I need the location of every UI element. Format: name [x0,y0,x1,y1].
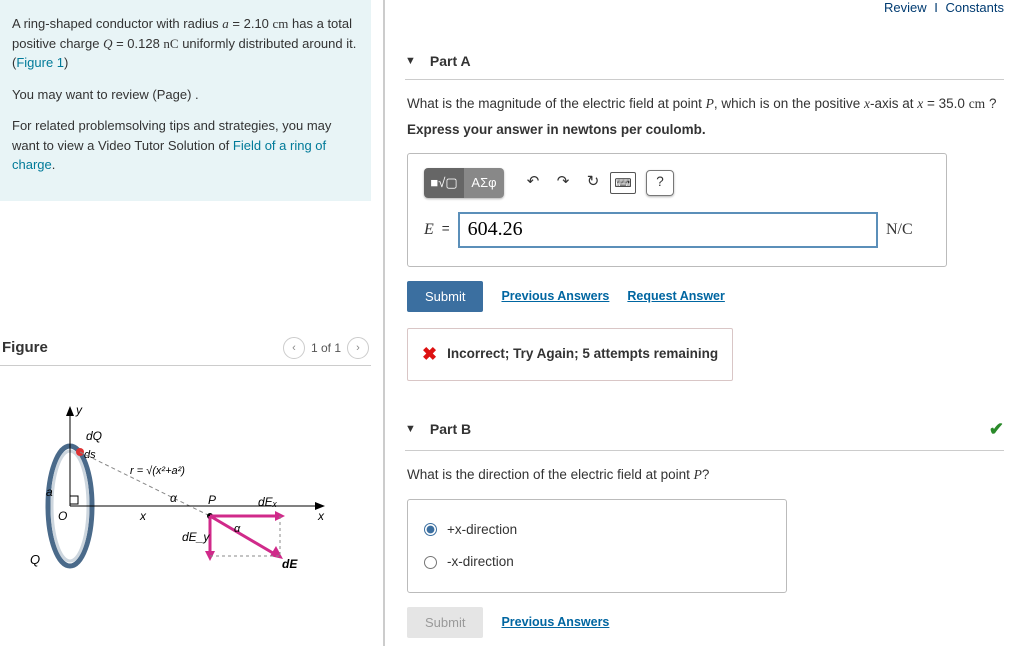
var-P: P [694,467,702,482]
svg-text:y: y [75,403,83,417]
feedback-box: ✖ Incorrect; Try Again; 5 attempts remai… [407,328,733,381]
review-link[interactable]: Review [884,0,927,15]
review-hint: You may want to review (Page) . [12,85,359,105]
figure-nav: ‹ 1 of 1 › [283,337,369,359]
submit-button[interactable]: Submit [407,281,483,312]
separator: I [934,0,938,15]
undo-icon[interactable]: ↶ [518,170,548,196]
left-column: A ring-shaped conductor with radius a = … [0,0,385,646]
part-a-title: Part A [430,53,471,69]
figure-header: Figure ‹ 1 of 1 › [0,331,371,366]
format-tools: ■√▢ ΑΣφ [424,168,504,198]
problem-info: A ring-shaped conductor with radius a = … [0,0,371,201]
unit-label: N/C [886,218,930,242]
next-figure-button[interactable]: › [347,337,369,359]
svg-text:α: α [170,491,178,505]
part-a-body: What is the magnitude of the electric fi… [405,80,1004,389]
input-row: E = N/C [424,212,930,248]
caret-down-icon[interactable]: ▼ [405,55,416,67]
unit-cm: cm [969,96,986,111]
text: = 0.128 [112,36,163,51]
svg-text:x: x [139,509,147,523]
prev-figure-button[interactable]: ‹ [283,337,305,359]
previous-answers-link[interactable]: Previous Answers [501,287,609,306]
top-links: Review I Constants [405,0,1004,23]
previous-answers-link[interactable]: Previous Answers [501,613,609,632]
svg-text:dQ: dQ [86,429,102,443]
text: . [52,157,56,172]
answer-box: ■√▢ ΑΣφ ↶ ↷ ↻ ⌨ ? E = N/C [407,153,947,267]
submit-button: Submit [407,607,483,638]
action-row: Submit Previous Answers Request Answer [407,281,1002,312]
feedback-text: Incorrect; Try Again; 5 attempts remaini… [447,344,718,364]
var-E-label: E [424,218,434,242]
part-b-body: What is the direction of the electric fi… [405,451,1004,646]
action-row-b: Submit Previous Answers [407,607,1002,638]
text: A ring-shaped conductor with radius [12,16,222,31]
reset-icon[interactable]: ↻ [578,170,608,196]
svg-text:r = √(x²+a²): r = √(x²+a²) [130,465,185,477]
svg-text:Q: Q [30,552,40,567]
svg-text:dE: dE [282,557,298,571]
right-column: Review I Constants ▼ Part A What is the … [385,0,1024,646]
radio-input[interactable] [424,556,437,569]
figure-image: y dQ ds r = √(x²+a²) x a O x α P dEₓ [0,396,371,599]
svg-text:P: P [208,493,216,507]
request-answer-link[interactable]: Request Answer [627,287,724,306]
toolbar: ■√▢ ΑΣφ ↶ ↷ ↻ ⌨ ? [424,168,930,198]
redo-icon[interactable]: ↷ [548,170,578,196]
option-label: -x-direction [447,552,514,572]
svg-text:dEₓ: dEₓ [258,495,278,509]
caret-down-icon[interactable]: ▼ [405,423,416,435]
incorrect-icon: ✖ [422,341,437,368]
help-button[interactable]: ? [646,170,674,196]
radio-option-minus-x[interactable]: -x-direction [424,546,770,578]
text: What is the direction of the electric fi… [407,467,694,482]
svg-text:x: x [317,509,325,523]
figure-counter: 1 of 1 [311,341,341,355]
template-tool[interactable]: ■√▢ [424,168,464,198]
svg-text:O: O [58,509,67,523]
svg-text:α: α [234,523,241,535]
constants-link[interactable]: Constants [945,0,1004,15]
part-b-header[interactable]: ▼ Part B ✔ [405,409,1004,451]
radio-input[interactable] [424,523,437,536]
text: -axis at [870,96,917,111]
answer-input[interactable] [458,212,878,248]
text: ? [985,96,996,111]
var-P: P [706,96,714,111]
figure-title: Figure [2,339,48,356]
instruction: Express your answer in newtons per coulo… [407,122,706,137]
equals: = [442,219,450,239]
keyboard-icon[interactable]: ⌨ [608,170,638,196]
radio-option-plus-x[interactable]: +x-direction [424,514,770,546]
unit-cm: cm [273,16,289,31]
part-a-header[interactable]: ▼ Part A [405,43,1004,80]
svg-text:a: a [46,485,53,499]
symbols-tool[interactable]: ΑΣφ [464,168,504,198]
text: = 2.10 [229,16,273,31]
part-b: ▼ Part B ✔ What is the direction of the … [405,409,1004,646]
check-icon: ✔ [989,419,1004,440]
option-label: +x-direction [447,520,517,540]
text: = 35.0 [923,96,968,111]
part-a: ▼ Part A What is the magnitude of the el… [405,43,1004,389]
part-b-title: Part B [430,421,471,437]
radio-box: +x-direction -x-direction [407,499,787,594]
text: What is the magnitude of the electric fi… [407,96,706,111]
text: ) [64,55,68,70]
unit-nC: nC [163,36,178,51]
svg-text:dE_y: dE_y [182,530,210,544]
text: ? [702,467,710,482]
figure-link[interactable]: Figure 1 [16,55,64,70]
text: , which is on the positive [714,96,864,111]
